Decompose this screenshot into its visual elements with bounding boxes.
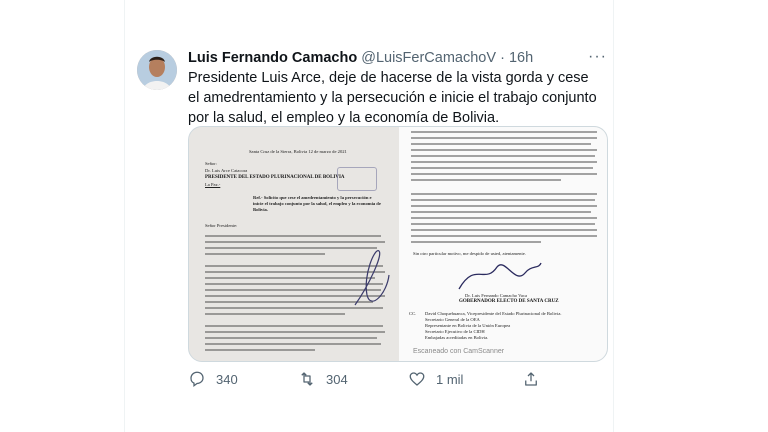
tweet-actions: 340 304 1 mil bbox=[188, 370, 606, 392]
letter-page-right: Sin otro particular motivo, me despido d… bbox=[399, 127, 607, 361]
cc-line-3: Representante en Bolivia de la Unión Eur… bbox=[425, 323, 511, 328]
reception-stamp bbox=[337, 167, 377, 191]
camscanner-watermark: Escaneado con CamScanner bbox=[413, 348, 505, 355]
share-icon bbox=[525, 372, 537, 386]
retweet-button[interactable]: 304 bbox=[298, 370, 348, 388]
tweet-header: Luis Fernando Camacho @LuisFerCamachoV ·… bbox=[188, 50, 533, 66]
letter-recipient-1: Señor: bbox=[205, 161, 217, 166]
signature-mark bbox=[458, 262, 542, 290]
cc-line-4: Secretario Ejecutivo de la CIDH bbox=[425, 329, 485, 334]
tweet-timestamp[interactable]: 16h bbox=[509, 50, 533, 66]
cc-label: CC. bbox=[409, 311, 417, 316]
letter-reference: Ref.- Solicito que cese el amedrentamien… bbox=[253, 195, 381, 212]
tweet-media-image[interactable]: Santa Cruz de la Sierra, Bolivia 12 de m… bbox=[188, 126, 608, 362]
letter-recipient-2: Dr. Luis Arce Catacora bbox=[205, 168, 248, 173]
signer-name: Dr. Luis Fernando Camacho Vaca bbox=[465, 293, 528, 298]
signature-mark bbox=[354, 250, 390, 306]
letter-salutation: Señor Presidente: bbox=[205, 223, 238, 228]
reply-count: 340 bbox=[216, 371, 238, 387]
author-handle[interactable]: @LuisFerCamachoV bbox=[361, 50, 496, 66]
signer-title: GOBERNADOR ELECTO DE SANTA CRUZ bbox=[459, 299, 559, 304]
letter-page-left: Santa Cruz de la Sierra, Bolivia 12 de m… bbox=[189, 127, 399, 361]
share-button[interactable] bbox=[522, 370, 550, 388]
cc-line-5: Embajadas acreditadas en Bolivia. bbox=[425, 335, 489, 340]
author-avatar[interactable] bbox=[137, 50, 177, 90]
more-horizontal-icon[interactable]: ··· bbox=[588, 48, 607, 66]
letter-recipient-3: PRESIDENTE DEL ESTADO PLURINACIONAL DE B… bbox=[205, 175, 345, 180]
retweet-count: 304 bbox=[326, 371, 348, 387]
like-count: 1 mil bbox=[436, 371, 464, 387]
retweet-icon bbox=[301, 372, 313, 386]
reply-button[interactable]: 340 bbox=[188, 370, 238, 388]
like-button[interactable]: 1 mil bbox=[408, 370, 463, 388]
heart-icon bbox=[409, 372, 425, 386]
tweet-text: Presidente Luis Arce, deje de hacerse de… bbox=[188, 70, 597, 126]
letter-date: Santa Cruz de la Sierra, Bolivia 12 de m… bbox=[249, 149, 347, 154]
author-name[interactable]: Luis Fernando Camacho bbox=[188, 50, 357, 66]
letter-recipient-4: La Paz.- bbox=[205, 182, 221, 187]
reply-icon bbox=[190, 371, 204, 388]
cc-line-1: David Choquehuanca, Vicepresidente del E… bbox=[425, 311, 562, 316]
cc-line-2: Secretario General de la OEA bbox=[425, 317, 480, 322]
header-separator: · bbox=[500, 50, 505, 66]
